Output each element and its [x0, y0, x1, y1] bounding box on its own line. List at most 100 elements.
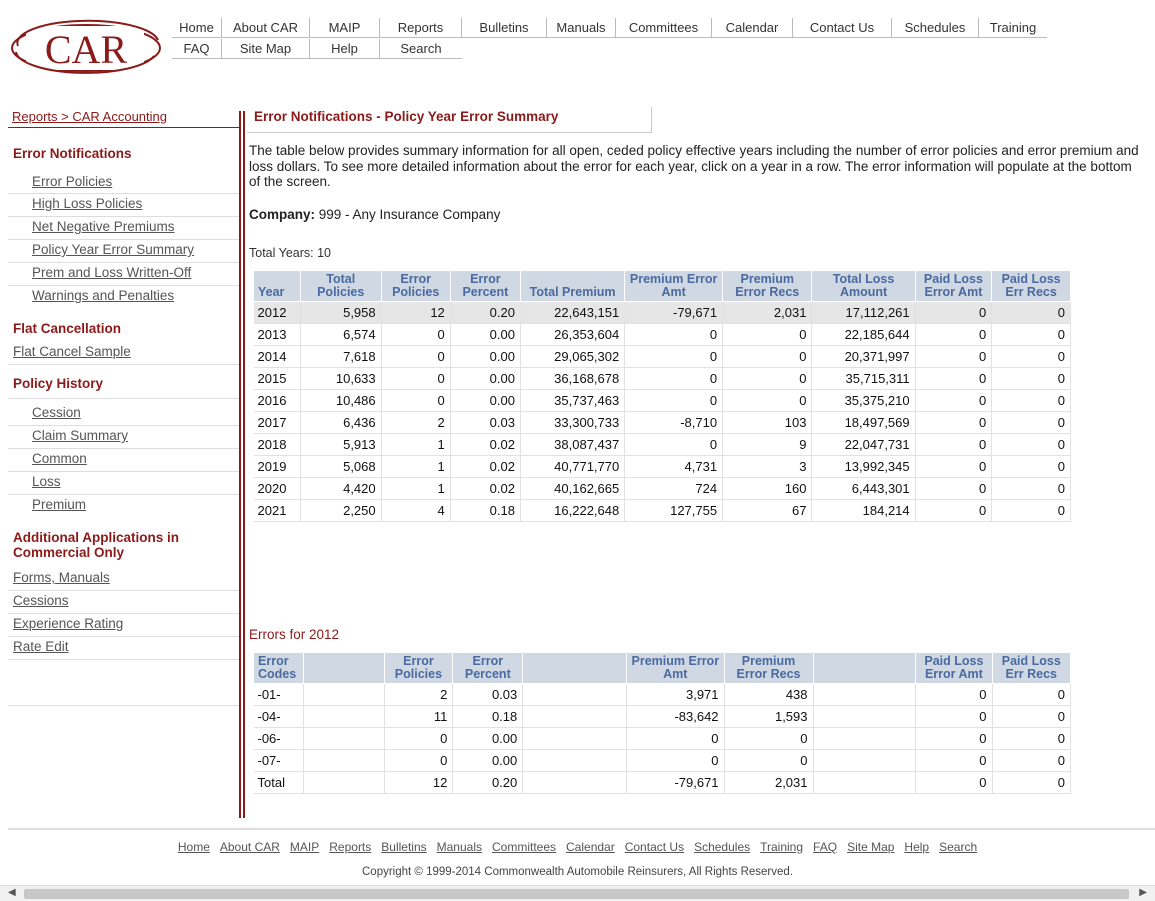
year-link[interactable]: 2021	[253, 499, 301, 522]
table-cell: 0	[915, 323, 993, 346]
footer-link-schedules[interactable]: Schedules	[694, 840, 750, 854]
sidebar-item-prem-and-loss-written-off[interactable]: Prem and Loss Written-Off	[32, 265, 191, 280]
year-link[interactable]: 2012	[253, 301, 301, 324]
table-cell: 1,593	[724, 705, 814, 728]
nav-maip[interactable]: MAIP	[310, 18, 380, 38]
sidebar-item-experience-rating[interactable]: Experience Rating	[13, 616, 123, 631]
scroll-right-icon[interactable]: ▶	[1139, 887, 1147, 898]
divider	[8, 193, 239, 194]
summary-row[interactable]: 2016 10,486 0 0.00 35,737,463 0 0 35,375,210 0 0	[253, 389, 1071, 412]
year-link[interactable]: 2013	[253, 323, 301, 346]
table-cell: 0.20	[452, 771, 524, 794]
sidebar-item-flat-cancel-sample[interactable]: Flat Cancel Sample	[13, 344, 131, 359]
table-cell	[813, 705, 917, 728]
table-cell: 2,031	[722, 301, 813, 324]
year-link[interactable]: 2020	[253, 477, 301, 500]
nav-site-map[interactable]: Site Map	[222, 39, 310, 59]
footer-link-maip[interactable]: MAIP	[290, 840, 319, 854]
summary-row[interactable]: 2013 6,574 0 0.00 26,353,604 0 0 22,185,644 0 0	[253, 323, 1071, 346]
year-link[interactable]: 2017	[253, 411, 301, 434]
summary-row[interactable]: 2021 2,250 4 0.18 16,222,648 127,755 67 184,214…	[253, 499, 1071, 522]
sidebar-item-common[interactable]: Common	[32, 451, 87, 466]
nav-about-car[interactable]: About CAR	[222, 18, 310, 38]
table-cell: 0.00	[450, 345, 521, 368]
sidebar-item-rate-edit[interactable]: Rate Edit	[13, 639, 69, 654]
nav-search[interactable]: Search	[380, 39, 462, 59]
sidebar-item-cessions[interactable]: Cessions	[13, 593, 69, 608]
sidebar-item-warnings-and-penalties[interactable]: Warnings and Penalties	[32, 288, 174, 303]
table-cell: 0.18	[450, 499, 521, 522]
nav-calendar[interactable]: Calendar	[712, 18, 793, 38]
table-cell	[522, 727, 628, 750]
summary-row[interactable]: 2017 6,436 2 0.03 33,300,733 -8,710 103 18,497,…	[253, 411, 1071, 434]
table-cell: 6,436	[300, 411, 382, 434]
table-cell: 6,443,301	[811, 477, 916, 500]
nav-reports[interactable]: Reports	[380, 18, 462, 38]
nav-home[interactable]: Home	[172, 18, 222, 38]
year-link[interactable]: 2018	[253, 433, 301, 456]
footer-link-faq[interactable]: FAQ	[813, 840, 837, 854]
sidebar-item-claim-summary[interactable]: Claim Summary	[32, 428, 128, 443]
table-cell: 0	[915, 705, 993, 728]
table-cell: 0.00	[452, 727, 524, 750]
table-cell: 6,574	[300, 323, 382, 346]
column-header-paid-loss-err-recs: Paid Loss Err Recs	[991, 652, 1072, 684]
horizontal-scrollbar[interactable]: ◀ ▶	[0, 885, 1155, 901]
divider	[8, 636, 239, 637]
summary-row[interactable]: 2012 5,958 12 0.20 22,643,151 -79,671 2,031 17,…	[253, 301, 1071, 324]
sidebar-item-net-negative-premiums[interactable]: Net Negative Premiums	[32, 219, 175, 234]
nav-bulletins[interactable]: Bulletins	[462, 18, 547, 38]
table-cell: 35,737,463	[520, 389, 626, 412]
table-cell: 0.02	[450, 477, 521, 500]
car-logo[interactable]: CAR	[8, 18, 168, 76]
footer-link-committees[interactable]: Committees	[492, 840, 556, 854]
summary-row[interactable]: 2020 4,420 1 0.02 40,162,665 724 160 6,443,301 0…	[253, 477, 1071, 500]
footer-link-site-map[interactable]: Site Map	[847, 840, 894, 854]
footer-link-about-car[interactable]: About CAR	[220, 840, 280, 854]
year-link[interactable]: 2014	[253, 345, 301, 368]
sidebar-item-loss[interactable]: Loss	[32, 474, 61, 489]
column-header-error-percent: Error Percent	[449, 270, 521, 302]
year-link[interactable]: 2015	[253, 367, 301, 390]
summary-row[interactable]: 2015 10,633 0 0.00 36,168,678 0 0 35,715,311 0 0	[253, 367, 1071, 390]
table-cell: 0	[915, 411, 993, 434]
nav-training[interactable]: Training	[979, 18, 1047, 38]
sidebar-item-high-loss-policies[interactable]: High Loss Policies	[32, 196, 142, 211]
sidebar-item-error-policies[interactable]: Error Policies	[32, 174, 112, 189]
breadcrumb[interactable]: Reports > CAR Accounting	[12, 109, 167, 124]
year-link[interactable]: 2019	[253, 455, 301, 478]
footer-link-reports[interactable]: Reports	[329, 840, 371, 854]
column-header-error-policies: Error Policies	[380, 270, 451, 302]
table-cell: 40,771,770	[520, 455, 626, 478]
table-cell: 0.00	[450, 323, 521, 346]
year-link[interactable]: 2016	[253, 389, 301, 412]
sidebar-item-forms-manuals[interactable]: Forms, Manuals	[13, 570, 110, 585]
summary-row[interactable]: 2019 5,068 1 0.02 40,771,770 4,731 3 13,992,345…	[253, 455, 1071, 478]
divider	[8, 262, 239, 263]
nav-manuals[interactable]: Manuals	[547, 18, 616, 38]
table-cell: 17,112,261	[811, 301, 916, 324]
scroll-thumb[interactable]	[24, 889, 1129, 899]
nav-contact-us[interactable]: Contact Us	[793, 18, 892, 38]
nav-committees[interactable]: Committees	[616, 18, 712, 38]
sidebar-item-premium[interactable]: Premium	[32, 497, 86, 512]
footer-link-manuals[interactable]: Manuals	[437, 840, 482, 854]
nav-help[interactable]: Help	[310, 39, 380, 59]
table-cell	[303, 749, 385, 772]
footer-link-bulletins[interactable]: Bulletins	[381, 840, 426, 854]
footer-link-search[interactable]: Search	[939, 840, 977, 854]
footer-link-home[interactable]: Home	[178, 840, 210, 854]
summary-row[interactable]: 2014 7,618 0 0.00 29,065,302 0 0 20,371,997 0 0	[253, 345, 1071, 368]
sidebar-item-cession[interactable]: Cession	[32, 405, 81, 420]
table-cell: 5,068	[300, 455, 382, 478]
nav-faq[interactable]: FAQ	[172, 39, 222, 59]
footer-link-help[interactable]: Help	[904, 840, 929, 854]
footer-link-calendar[interactable]: Calendar	[566, 840, 615, 854]
summary-row[interactable]: 2018 5,913 1 0.02 38,087,437 0 9 22,047,731 0 0	[253, 433, 1071, 456]
table-cell	[303, 683, 385, 706]
footer-link-training[interactable]: Training	[760, 840, 803, 854]
nav-schedules[interactable]: Schedules	[892, 18, 979, 38]
sidebar-item-policy-year-error-summary[interactable]: Policy Year Error Summary	[32, 242, 194, 257]
scroll-left-icon[interactable]: ◀	[8, 887, 16, 898]
footer-link-contact-us[interactable]: Contact Us	[625, 840, 684, 854]
